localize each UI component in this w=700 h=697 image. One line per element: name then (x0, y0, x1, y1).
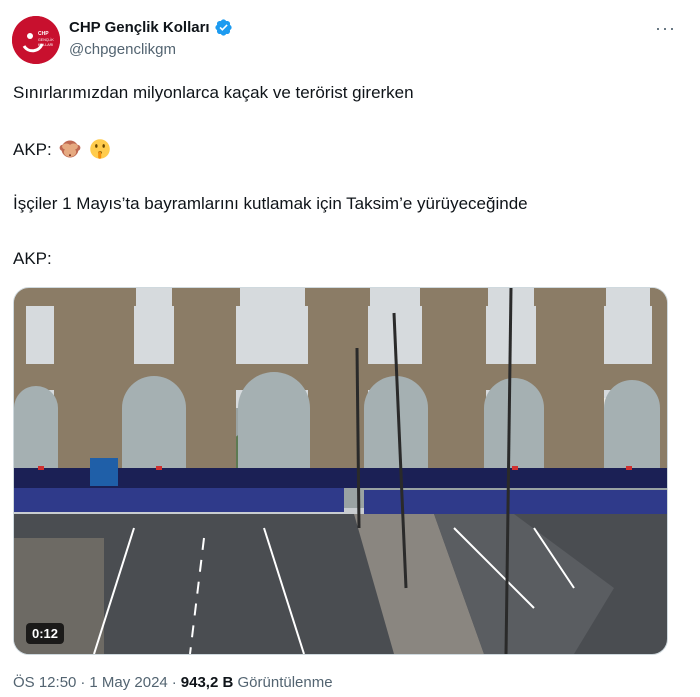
display-name[interactable]: CHP Gençlik Kolları (69, 19, 210, 36)
chp-logo-icon: CHP GENÇLİK KOLLARI (12, 16, 60, 64)
handle[interactable]: @chpgenclikgm (69, 41, 176, 58)
avatar[interactable]: CHP GENÇLİK KOLLARI (12, 16, 60, 64)
tweet-text-line-2: AKP: (13, 138, 111, 161)
svg-text:GENÇLİK: GENÇLİK (38, 37, 54, 42)
tweet-header: CHP GENÇLİK KOLLARI CHP Gençlik Kolları … (12, 14, 688, 66)
tweet-text-line-4: AKP: (13, 249, 52, 268)
video-thumbnail (14, 288, 667, 654)
meta-separator: · (171, 674, 177, 691)
tweet-text-line-3: İşçiler 1 Mayıs’ta bayramlarını kutlamak… (13, 194, 528, 213)
tweet-text-line-1: Sınırlarımızdan milyonlarca kaçak ve ter… (13, 83, 414, 102)
shushing-face-icon (90, 139, 110, 159)
svg-text:KOLLARI: KOLLARI (38, 43, 53, 47)
tweet-date[interactable]: 1 May 2024 (89, 674, 167, 691)
meta-separator: · (80, 674, 86, 691)
more-options-icon[interactable]: ··· (655, 18, 676, 39)
video-player[interactable]: 0:12 (13, 287, 668, 655)
akp-label-1: AKP: (13, 140, 52, 159)
verified-badge-icon (214, 19, 232, 36)
video-duration: 0:12 (26, 623, 65, 644)
tweet-time[interactable]: ÖS 12:50 (13, 674, 76, 691)
svg-text:CHP: CHP (38, 31, 49, 37)
tweet-meta: ÖS 12:50 · 1 May 2024 · 943,2 B Görüntülenme (13, 674, 333, 691)
see-no-evil-monkey-icon (60, 140, 81, 158)
views-label: Görüntülenme (237, 674, 333, 691)
views-count: 943,2 B (180, 674, 234, 691)
